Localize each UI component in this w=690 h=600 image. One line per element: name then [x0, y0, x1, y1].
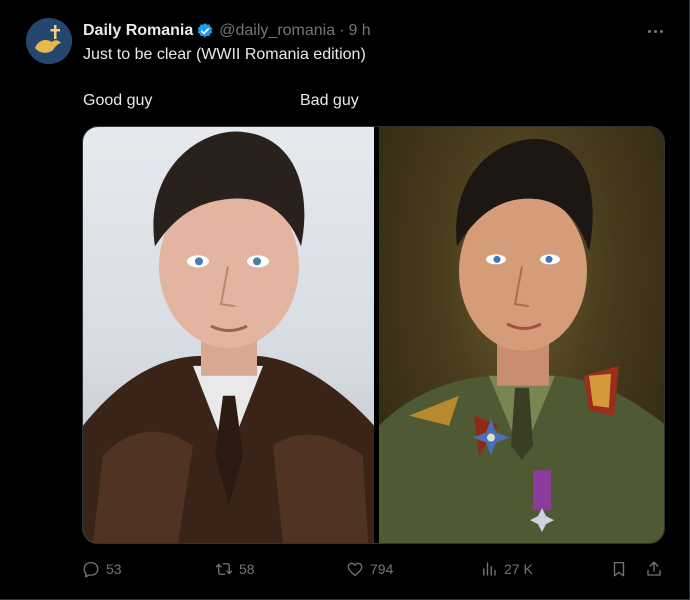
like-button[interactable]: 794: [346, 558, 393, 580]
portrait-man-dark-coat-image: [83, 131, 374, 543]
like-count: 794: [370, 561, 394, 577]
header-separator: ·: [339, 22, 345, 39]
reply-count: 53: [106, 561, 122, 577]
repost-count: 58: [239, 561, 255, 577]
media-grid: [82, 126, 665, 544]
reply-button[interactable]: 53: [82, 558, 122, 580]
avatar[interactable]: [26, 18, 72, 64]
photo-left[interactable]: [83, 127, 374, 543]
more-dots-icon[interactable]: [643, 22, 667, 40]
tweet-actions: 53 58 794 27 K: [82, 558, 667, 580]
tweet-text: Just to be clear (WWII Romania edition): [83, 46, 366, 63]
share-icon: [647, 561, 661, 576]
tweet-timestamp[interactable]: 9 h: [348, 22, 370, 40]
heart-icon: [347, 562, 363, 577]
author-handle[interactable]: @daily_romania: [219, 22, 335, 40]
views-chart-icon: [483, 562, 496, 576]
repost-button[interactable]: 58: [215, 558, 255, 580]
share-button[interactable]: [645, 558, 663, 580]
tweet-header: Daily Romania @daily_romania · 9 h: [83, 20, 371, 42]
bookmark-icon: [613, 561, 625, 577]
photo-right[interactable]: [379, 127, 664, 543]
caption-good-guy: Good guy: [83, 92, 153, 109]
bookmark-button[interactable]: [610, 558, 628, 580]
caption-bad-guy: Bad guy: [300, 92, 359, 109]
verified-badge-icon: [196, 22, 214, 40]
views-button[interactable]: 27 K: [480, 558, 533, 580]
author-display-name[interactable]: Daily Romania: [83, 22, 193, 40]
bird-cross-avatar-icon: [26, 18, 72, 64]
reply-icon: [83, 561, 99, 578]
portrait-young-man-military-uniform-image: [379, 138, 664, 543]
views-count: 27 K: [504, 561, 533, 577]
tweet-card[interactable]: Daily Romania @daily_romania · 9 h Just …: [0, 0, 690, 600]
repost-icon: [215, 563, 233, 575]
